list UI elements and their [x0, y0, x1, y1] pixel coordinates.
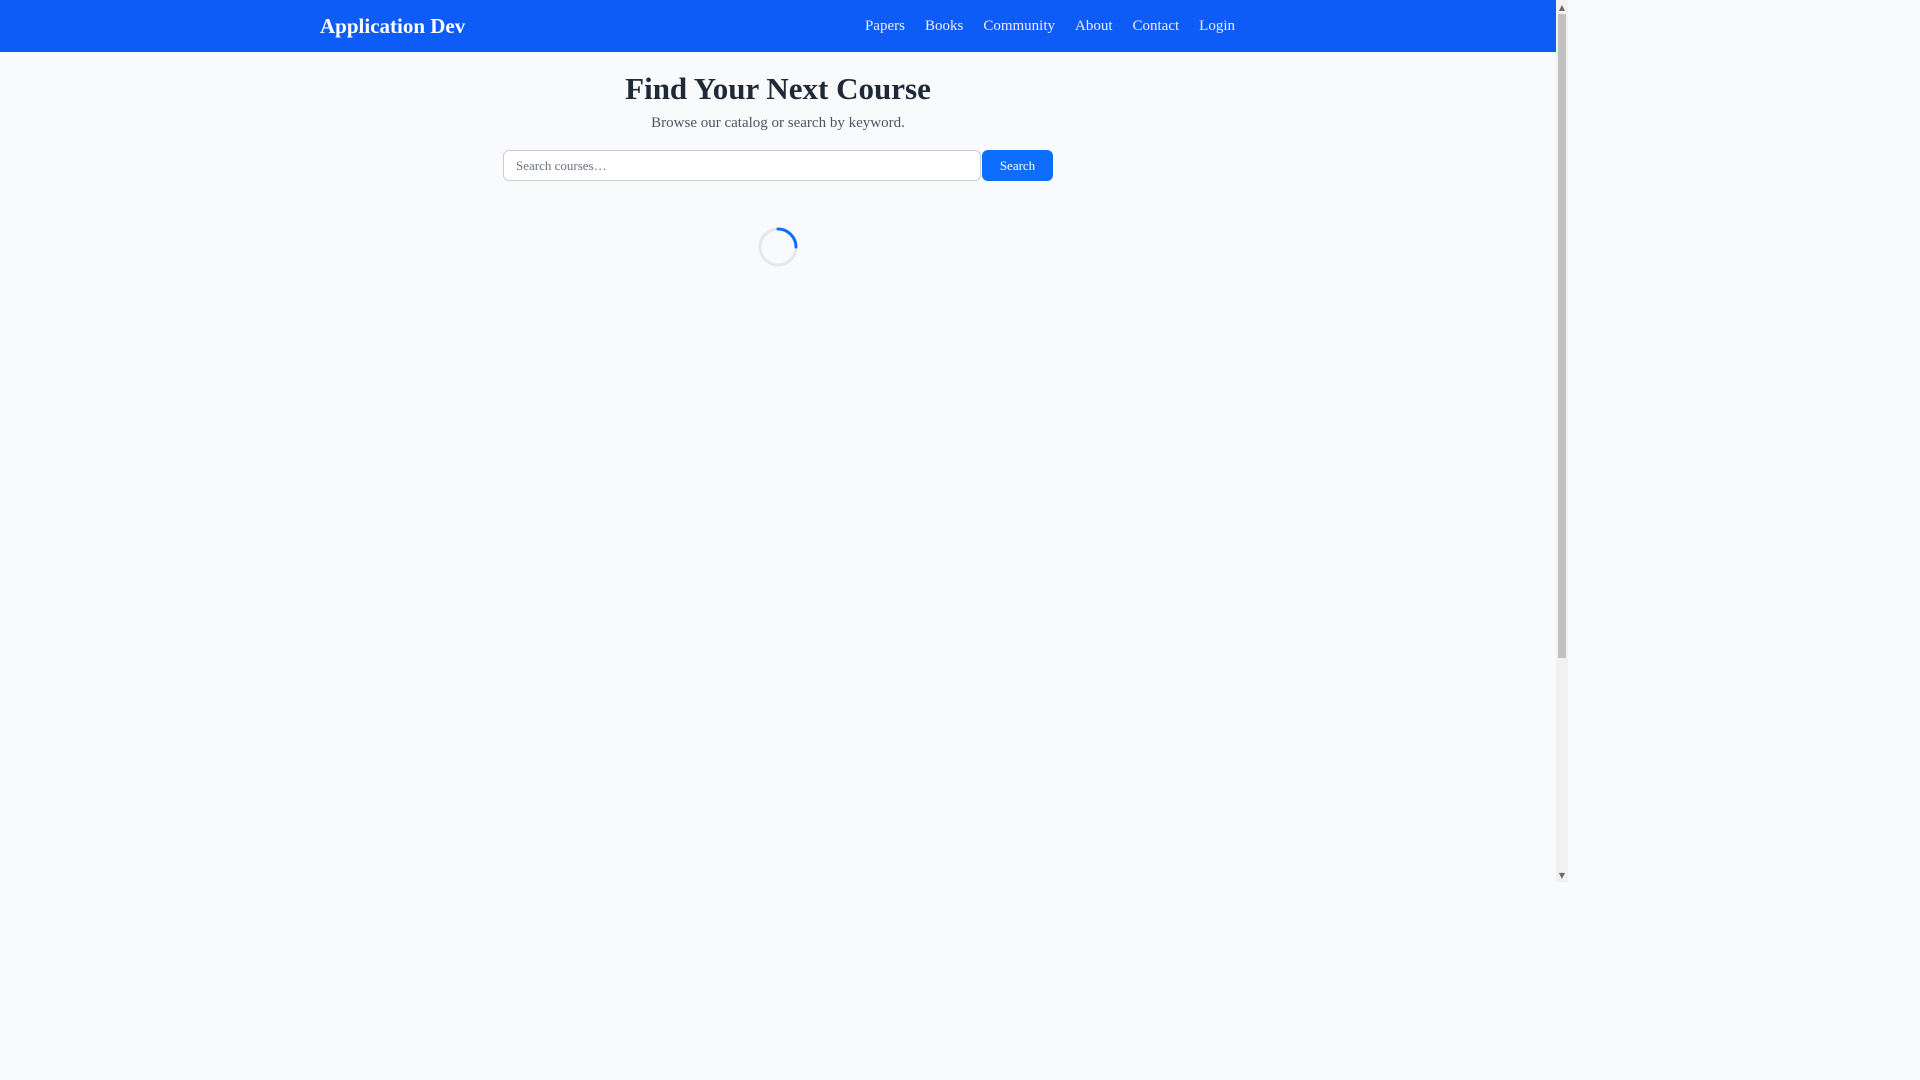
search-button[interactable]: Search — [982, 150, 1053, 181]
hero-section: Find Your Next Course Browse our catalog… — [0, 52, 1556, 133]
navbar: Application Dev Papers Books Community A… — [0, 0, 1556, 52]
nav-link-about[interactable]: About — [1075, 15, 1113, 37]
brand-logo-text[interactable]: Application Dev — [320, 12, 465, 40]
spinner-arc — [776, 227, 798, 249]
nav-link-contact[interactable]: Contact — [1133, 15, 1180, 37]
page: Application Dev Papers Books Community A… — [0, 0, 1568, 882]
search-input[interactable] — [503, 150, 981, 181]
scrollbar-thumb[interactable] — [1558, 14, 1566, 658]
vertical-scrollbar[interactable]: ▲ ▼ — [1556, 0, 1568, 882]
loading-spinner-icon — [758, 227, 798, 267]
nav-link-login[interactable]: Login — [1199, 15, 1235, 37]
scroll-down-arrow-icon[interactable]: ▼ — [1556, 868, 1568, 882]
page-subtitle: Browse our catalog or search by keyword. — [651, 115, 905, 131]
nav-link-papers[interactable]: Papers — [865, 15, 905, 37]
search-bar: Search — [503, 150, 1053, 181]
nav-link-books[interactable]: Books — [925, 15, 963, 37]
nav-link-community[interactable]: Community — [983, 15, 1055, 37]
scroll-up-arrow-icon[interactable]: ▲ — [1556, 0, 1568, 14]
page-title: Find Your Next Course — [625, 71, 931, 106]
nav-links: Papers Books Community About Contact Log… — [865, 15, 1235, 37]
